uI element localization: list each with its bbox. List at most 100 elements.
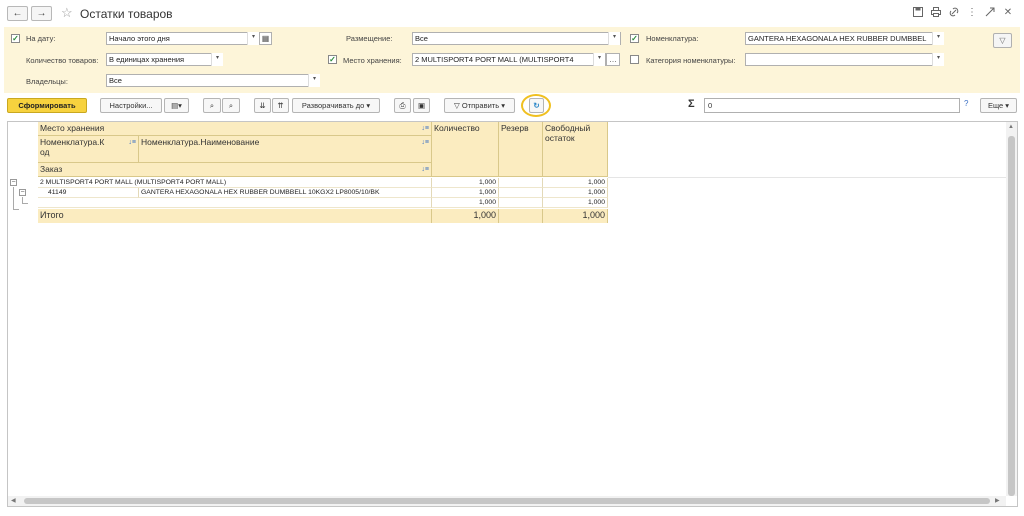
header-free-line1: Свободный (545, 123, 591, 133)
select-button[interactable]: … (606, 53, 620, 66)
qty-cell: 1,000 (432, 188, 499, 198)
chevron-down-icon[interactable]: ▾ (932, 32, 944, 45)
print-button[interactable]: ⎙ (394, 98, 411, 113)
title-bar: ← → ☆ Остатки товаров ⋮ ✕ (0, 0, 1024, 28)
variant-button[interactable]: ▤▾ (164, 98, 189, 113)
header-code-line1: Номенклатура.К (40, 137, 105, 147)
storage-field[interactable]: 2 MULTISPORT4 PORT MALL (MULTISPORT4 (412, 53, 606, 66)
more-vertical-icon[interactable]: ⋮ (966, 7, 978, 19)
sort-icon[interactable]: ↓≡ (421, 138, 429, 148)
storage-checkbox[interactable]: ✓ (328, 55, 337, 64)
collapse-icon: ⇊ (259, 101, 266, 110)
arrow-left-icon: ← (12, 8, 23, 19)
report-area[interactable]: Место хранения ↓≡ Номенклатура.К од ↓≡ Н… (7, 121, 1018, 507)
search-next-icon: ⌕ (228, 101, 234, 110)
preview-button[interactable]: ▣ (413, 98, 430, 113)
header-reserve[interactable]: Резерв (499, 122, 543, 177)
total-free: 1,000 (543, 209, 608, 223)
vertical-scroll-thumb[interactable] (1008, 136, 1015, 496)
search-icon: ⌕ (209, 101, 215, 110)
category-label: Категория номенклатуры: (646, 56, 736, 65)
owners-field[interactable]: Все (106, 74, 320, 87)
generate-button[interactable]: Сформировать (7, 98, 87, 113)
settings-button[interactable]: Настройки... (100, 98, 162, 113)
chevron-down-icon[interactable]: ▾ (932, 53, 944, 66)
sum-field[interactable]: 0 (704, 98, 960, 113)
send-button[interactable]: ▽ Отправить ▾ (444, 98, 515, 113)
calendar-icon: ▦ (261, 34, 270, 43)
category-checkbox[interactable] (630, 55, 639, 64)
send-icon: ▽ (454, 101, 460, 110)
header-name-label: Номенклатура.Наименование (141, 137, 260, 147)
calendar-button[interactable]: ▦ (259, 32, 272, 45)
filter-icon: ▽ (999, 36, 1006, 45)
date-checkbox[interactable]: ✓ (11, 34, 20, 43)
header-name[interactable]: Номенклатура.Наименование ↓≡ (139, 136, 432, 163)
free-cell: 1,000 (543, 188, 608, 198)
horizontal-scrollbar[interactable]: ◀ ▶ (8, 496, 1006, 506)
total-reserve (499, 209, 543, 223)
expand-groups-button[interactable]: ⇈ (272, 98, 289, 113)
total-label: Итого (38, 209, 432, 223)
chevron-down-icon[interactable]: ▾ (308, 74, 320, 87)
qty-field[interactable]: В единицах хранения (106, 53, 223, 66)
forward-button[interactable]: → (31, 6, 52, 21)
header-divider (608, 177, 1008, 178)
chevron-down-icon[interactable]: ▾ (593, 53, 605, 66)
scroll-up-icon[interactable]: ▲ (1008, 124, 1014, 130)
qty-label: Количество товаров: (26, 56, 99, 65)
tree-line (22, 203, 28, 204)
header-order[interactable]: Заказ ↓≡ (38, 163, 432, 177)
help-icon[interactable]: ? (964, 99, 968, 108)
chevron-down-icon[interactable]: ▾ (247, 32, 259, 45)
qty-cell: 1,000 (432, 198, 499, 208)
placement-label: Размещение: (346, 34, 393, 43)
nomenclature-field[interactable]: GANTERA HEXAGONALA HEX RUBBER DUMBBEL (745, 32, 938, 45)
scroll-left-icon[interactable]: ◀ (11, 497, 16, 504)
collapse-group-icon[interactable]: − (10, 179, 17, 186)
more-label: Еще (987, 101, 1004, 110)
chevron-down-icon: ▾ (366, 101, 371, 110)
header-code[interactable]: Номенклатура.К од ↓≡ (38, 136, 139, 163)
vertical-scrollbar[interactable]: ▲ (1006, 122, 1017, 496)
chevron-down-icon[interactable]: ▾ (211, 53, 223, 66)
send-label: Отправить (461, 101, 500, 110)
close-icon[interactable]: ✕ (1002, 7, 1014, 19)
page-title: Остатки товаров (80, 7, 173, 21)
placement-field[interactable]: Все (412, 32, 621, 45)
search-button[interactable]: ⌕ (203, 98, 221, 113)
preview-icon: ▣ (417, 101, 426, 110)
print-icon[interactable] (930, 7, 942, 19)
sort-icon[interactable]: ↓≡ (421, 124, 429, 134)
chevron-down-icon[interactable]: ▾ (608, 32, 620, 45)
link-icon[interactable] (948, 7, 960, 19)
scroll-right-icon[interactable]: ▶ (995, 497, 1000, 504)
horizontal-scroll-thumb[interactable] (24, 498, 990, 504)
sort-icon[interactable]: ↓≡ (128, 138, 136, 148)
filter-panel: ✓ На дату: Начало этого дня ▾ ▦ Количест… (4, 27, 1020, 93)
date-field[interactable]: Начало этого дня (106, 32, 260, 45)
header-storage[interactable]: Место хранения ↓≡ (38, 122, 432, 136)
more-button[interactable]: Еще ▾ (980, 98, 1017, 113)
back-button[interactable]: ← (7, 6, 28, 21)
filter-toggle-button[interactable]: ▽ (993, 33, 1012, 48)
header-qty[interactable]: Количество (432, 122, 499, 177)
arrow-right-icon: → (36, 8, 47, 19)
sort-icon[interactable]: ↓≡ (421, 165, 429, 175)
report-variant-icon: ▤▾ (171, 101, 182, 110)
save-icon[interactable] (912, 7, 924, 19)
highlight-marker (521, 94, 551, 117)
search-replace-button[interactable]: ⌕ (222, 98, 240, 113)
expand-to-button[interactable]: Разворачивать до ▾ (292, 98, 380, 113)
maximize-icon[interactable] (984, 7, 996, 19)
category-field[interactable] (745, 53, 944, 66)
header-free[interactable]: Свободный остаток (543, 122, 608, 177)
collapse-group-icon[interactable]: − (19, 189, 26, 196)
collapse-groups-button[interactable]: ⇊ (254, 98, 271, 113)
storage-label: Место хранения: (343, 56, 402, 65)
qty-cell: 1,000 (432, 178, 499, 188)
chevron-down-icon: ▾ (501, 101, 505, 110)
favorite-star-icon[interactable]: ☆ (61, 5, 73, 21)
expand-icon: ⇈ (277, 101, 284, 110)
nomenclature-checkbox[interactable]: ✓ (630, 34, 639, 43)
